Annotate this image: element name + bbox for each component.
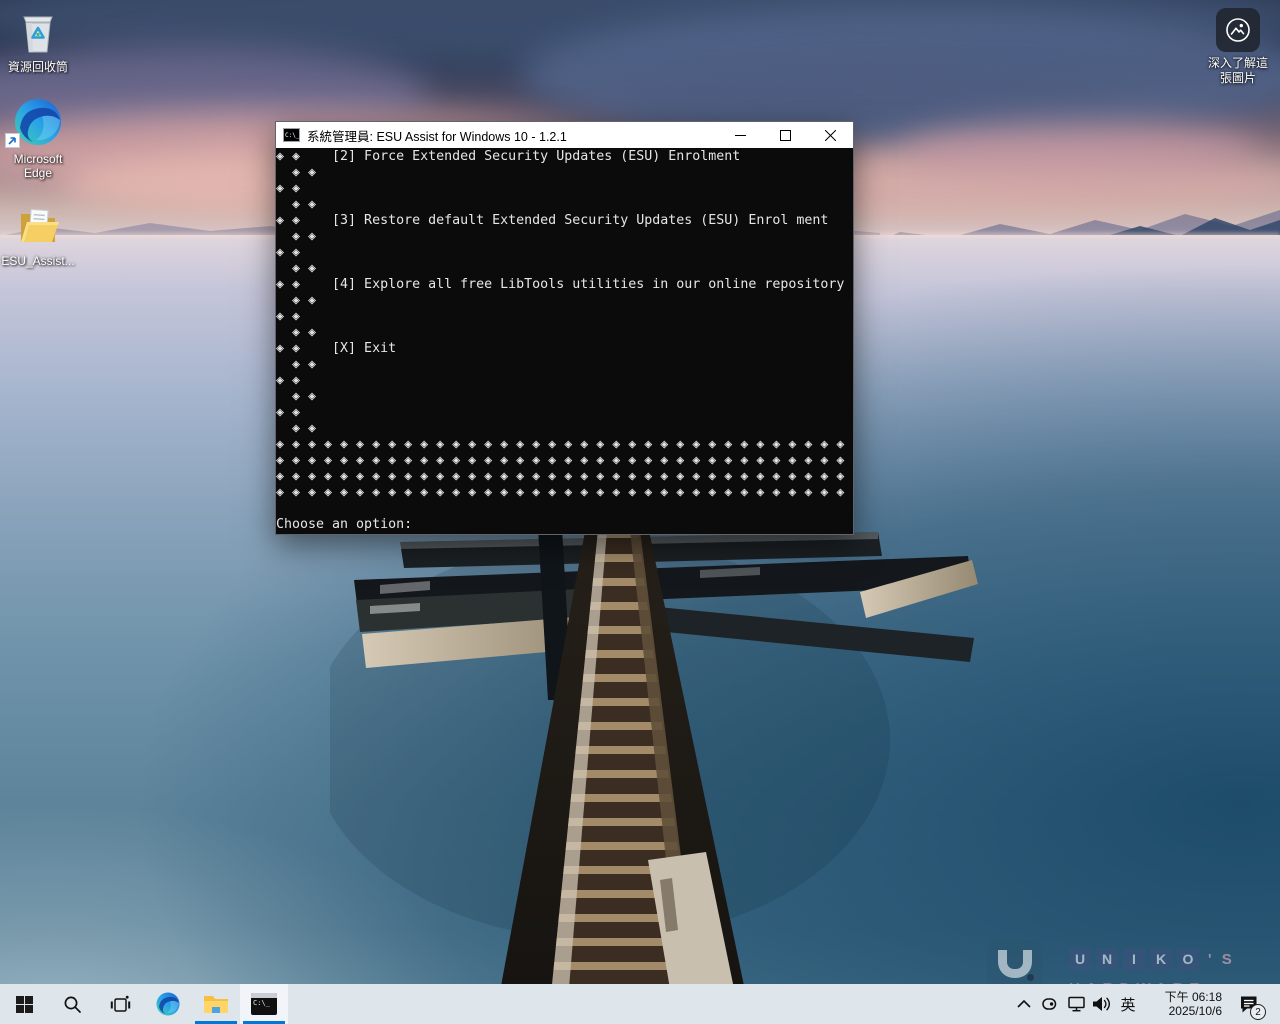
icon-label: ESU_Assist... — [0, 254, 76, 268]
maximize-button[interactable] — [763, 122, 808, 148]
hidden-icons-chevron[interactable] — [1012, 984, 1036, 1024]
icon-label: Microsoft Edge — [0, 152, 76, 180]
console-window: C:\_ 系統管理員: ESU Assist for Windows 10 - … — [275, 121, 854, 535]
volume-icon[interactable] — [1090, 984, 1114, 1024]
console-line: ◈ ◈ ◈ ◈ ◈ ◈ ◈ ◈ ◈ ◈ ◈ ◈ ◈ ◈ ◈ ◈ ◈ ◈ ◈ ◈ … — [276, 437, 853, 453]
notification-badge: 2 — [1250, 1004, 1266, 1020]
windows-logo-icon — [16, 996, 33, 1013]
task-view-icon — [110, 995, 131, 1014]
console-output[interactable]: ◈ ◈ [2] Force Extended Security Updates … — [276, 148, 853, 534]
spotlight-learn-more[interactable]: 深入了解這 張圖片 — [1196, 8, 1280, 86]
close-button[interactable] — [808, 122, 853, 148]
search-icon — [63, 995, 82, 1014]
console-line: ◈ ◈ — [276, 245, 853, 261]
console-line: ◈ ◈ — [276, 405, 853, 421]
minimize-button[interactable] — [718, 122, 763, 148]
icon-label: 資源回收筒 — [0, 60, 76, 74]
console-line: ◈ ◈ — [276, 261, 853, 277]
console-line: ◈ ◈ ◈ ◈ ◈ ◈ ◈ ◈ ◈ ◈ ◈ ◈ ◈ ◈ ◈ ◈ ◈ ◈ ◈ ◈ … — [276, 485, 853, 501]
desktop-icon-recycle-bin[interactable]: 資源回收筒 — [0, 6, 76, 74]
console-line: ◈ ◈ [4] Explore all free LibTools utilit… — [276, 277, 853, 293]
console-line: ◈ ◈ — [276, 373, 853, 389]
console-line: ◈ ◈ — [276, 421, 853, 437]
spotlight-label: 深入了解這 張圖片 — [1196, 56, 1280, 86]
window-title: 系統管理員: ESU Assist for Windows 10 - 1.2.1 — [307, 126, 718, 145]
cmd-icon: C:\_ — [283, 128, 300, 142]
meet-now-icon[interactable] — [1038, 984, 1062, 1024]
console-line: ◈ ◈ — [276, 293, 853, 309]
console-line: Choose an option: — [276, 517, 853, 533]
console-line: ◈ ◈ [X] Exit — [276, 341, 853, 357]
console-line: ◈ ◈ ◈ ◈ ◈ ◈ ◈ ◈ ◈ ◈ ◈ ◈ ◈ ◈ ◈ ◈ ◈ ◈ ◈ ◈ … — [276, 453, 853, 469]
taskbar-command-prompt-button[interactable]: C:\_ — [240, 984, 288, 1024]
wooden-pier — [330, 520, 1000, 1024]
console-line: ◈ ◈ — [276, 197, 853, 213]
taskbar-clock[interactable]: 下午 06:18 2025/10/6 — [1142, 990, 1226, 1018]
taskbar-file-explorer-button[interactable] — [192, 984, 240, 1024]
console-line: ◈ ◈ — [276, 357, 853, 373]
chevron-up-icon — [1017, 999, 1031, 1009]
console-line: ◈ ◈ — [276, 229, 853, 245]
console-line: ◈ ◈ — [276, 181, 853, 197]
desktop: 深入了解這 張圖片 資源回收筒 — [0, 0, 1280, 1024]
task-view-button[interactable] — [96, 984, 144, 1024]
folder-icon — [0, 200, 76, 250]
console-line: ◈ ◈ ◈ ◈ ◈ ◈ ◈ ◈ ◈ ◈ ◈ ◈ ◈ ◈ ◈ ◈ ◈ ◈ ◈ ◈ … — [276, 469, 853, 485]
console-line: ◈ ◈ — [276, 165, 853, 181]
desktop-icon-esu-assist[interactable]: ESU_Assist... — [0, 200, 76, 268]
search-button[interactable] — [48, 984, 96, 1024]
system-tray: 英 下午 06:18 2025/10/6 2 — [1012, 984, 1280, 1024]
console-line: ◈ ◈ [2] Force Extended Security Updates … — [276, 149, 853, 165]
recycle-bin-icon — [0, 6, 76, 56]
edge-icon — [0, 98, 76, 148]
action-center-button[interactable]: 2 — [1228, 984, 1268, 1024]
taskbar: C:\_ — [0, 984, 1280, 1024]
console-line: ◈ ◈ — [276, 389, 853, 405]
edge-icon — [155, 991, 181, 1017]
desktop-icon-microsoft-edge[interactable]: Microsoft Edge — [0, 98, 76, 180]
console-line: ◈ ◈ [3] Restore default Extended Securit… — [276, 213, 853, 229]
taskbar-edge-button[interactable] — [144, 984, 192, 1024]
cmd-icon: C:\_ — [251, 993, 277, 1015]
network-icon[interactable] — [1064, 984, 1088, 1024]
clock-time: 下午 06:18 — [1146, 990, 1222, 1004]
file-explorer-icon — [203, 993, 229, 1015]
taskbar-empty-area — [288, 984, 1012, 1024]
console-line: ◈ ◈ — [276, 325, 853, 341]
console-line: ◈ ◈ — [276, 309, 853, 325]
clock-date: 2025/10/6 — [1146, 1004, 1222, 1018]
picture-info-icon[interactable] — [1216, 8, 1260, 52]
start-button[interactable] — [0, 984, 48, 1024]
ime-language-indicator[interactable]: 英 — [1116, 994, 1140, 1015]
console-line — [276, 501, 853, 517]
console-titlebar[interactable]: C:\_ 系統管理員: ESU Assist for Windows 10 - … — [276, 122, 853, 148]
